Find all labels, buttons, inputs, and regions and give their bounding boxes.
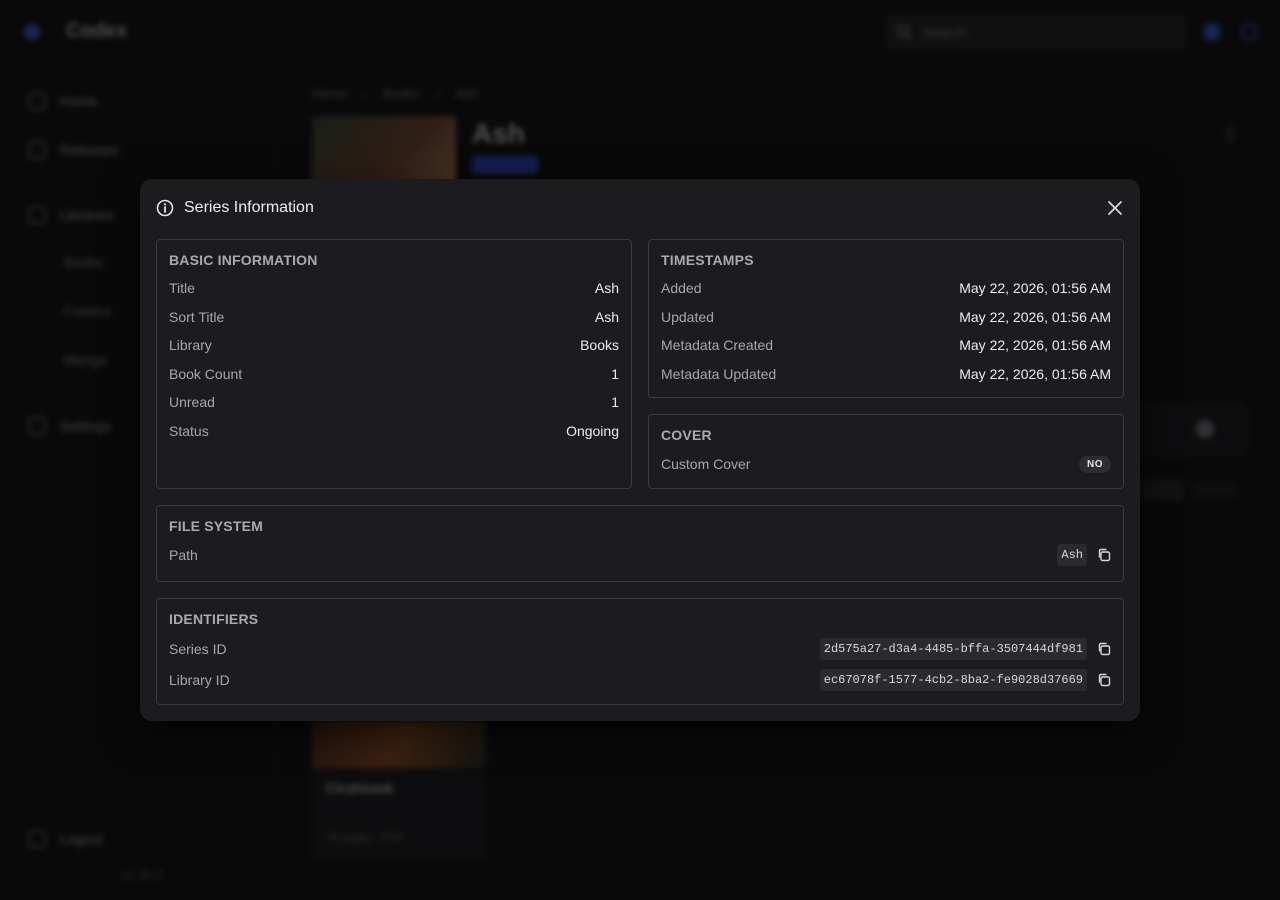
info-value: Ash [594, 308, 619, 325]
series-id-value-wrap: 2d575a27-d3a4-4485-bffa-3507444df981 [819, 637, 1111, 660]
custom-cover-badge: NO [1079, 455, 1111, 473]
info-value: 1 [611, 394, 619, 411]
card-heading: BASIC INFORMATION [169, 252, 318, 268]
info-label: Series ID [169, 640, 227, 657]
card-heading: FILE SYSTEM [169, 518, 263, 534]
cover-card: COVER Custom Cover NO [648, 414, 1124, 489]
copy-icon[interactable] [1097, 548, 1111, 562]
info-label: Path [169, 547, 198, 563]
modal-title: Series Information [184, 199, 314, 216]
identifier-row-library-id: Library ID ec67078f-1577-4cb2-8ba2-fe902… [169, 664, 1111, 695]
info-value: Books [580, 337, 619, 354]
info-label: Status [169, 422, 209, 439]
library-id-value-wrap: ec67078f-1577-4cb2-8ba2-fe9028d37669 [819, 668, 1111, 691]
info-value: Ongoing [566, 422, 619, 439]
info-row-unread: Unread 1 [169, 388, 619, 417]
card-heading: COVER [661, 427, 712, 443]
copy-icon[interactable] [1097, 673, 1111, 687]
close-icon[interactable] [1106, 199, 1124, 217]
identifiers-card: IDENTIFIERS Series ID 2d575a27-d3a4-4485… [156, 598, 1124, 705]
timestamp-row-metadata-created: Metadata Created May 22, 2026, 01:56 AM [661, 331, 1111, 360]
series-id-value: 2d575a27-d3a4-4485-bffa-3507444df981 [819, 637, 1087, 660]
identifier-row-series-id: Series ID 2d575a27-d3a4-4485-bffa-350744… [169, 633, 1111, 664]
info-row-status: Status Ongoing [169, 417, 619, 446]
info-label: Sort Title [169, 308, 225, 325]
modal-header: Series Information [156, 196, 1124, 220]
file-system-row-path: Path Ash [169, 540, 1111, 570]
info-row-book-count: Book Count 1 [169, 360, 619, 389]
basic-information-card: BASIC INFORMATION Title Ash Sort Title Ash… [156, 239, 632, 489]
info-value: 1 [611, 365, 619, 382]
timestamp-row-added: Added May 22, 2026, 01:56 AM [661, 274, 1111, 303]
timestamp-row-metadata-updated: Metadata Updated May 22, 2026, 01:56 AM [661, 360, 1111, 389]
info-value: May 22, 2026, 01:56 AM [959, 308, 1111, 325]
card-heading: IDENTIFIERS [169, 611, 259, 627]
path-value: Ash [1057, 544, 1087, 566]
info-value: May 22, 2026, 01:56 AM [959, 280, 1111, 297]
info-label: Metadata Created [661, 337, 774, 354]
info-label: Unread [169, 394, 215, 411]
timestamp-row-updated: Updated May 22, 2026, 01:56 AM [661, 303, 1111, 332]
info-icon [156, 199, 174, 217]
info-label: Book Count [169, 365, 243, 382]
info-value: May 22, 2026, 01:56 AM [959, 365, 1111, 382]
copy-icon[interactable] [1097, 642, 1111, 656]
info-label: Library ID [169, 671, 230, 688]
info-label: Metadata Updated [661, 365, 777, 382]
path-value-wrap: Ash [1057, 544, 1111, 566]
cover-row-custom-cover: Custom Cover NO [661, 449, 1111, 479]
info-label: Library [169, 337, 212, 354]
library-id-value: ec67078f-1577-4cb2-8ba2-fe9028d37669 [819, 668, 1087, 691]
info-label: Updated [661, 308, 714, 325]
series-information-modal: Series Information BASIC INFORMATION Tit… [140, 179, 1140, 721]
info-label: Title [169, 280, 195, 297]
info-row-title: Title Ash [169, 274, 619, 303]
file-system-card: FILE SYSTEM Path Ash [156, 505, 1124, 582]
info-row-library: Library Books [169, 331, 619, 360]
info-label: Added [661, 280, 702, 297]
timestamps-card: TIMESTAMPS Added May 22, 2026, 01:56 AM U… [648, 239, 1124, 398]
info-value: May 22, 2026, 01:56 AM [959, 337, 1111, 354]
info-label: Custom Cover [661, 456, 751, 472]
card-heading: TIMESTAMPS [661, 252, 754, 268]
info-row-sort-title: Sort Title Ash [169, 303, 619, 332]
info-value: Ash [594, 280, 619, 297]
